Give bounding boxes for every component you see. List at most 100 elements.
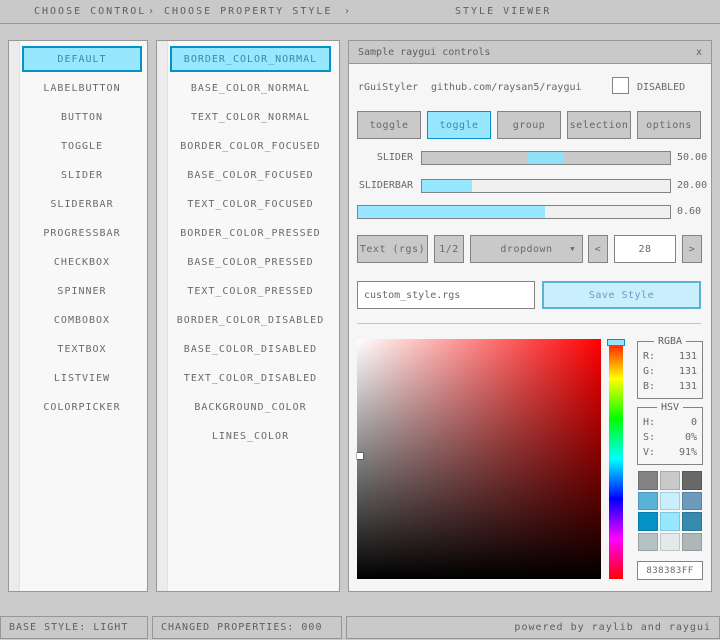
- style-color-swatch: [660, 533, 680, 552]
- style-color-swatch: [638, 512, 658, 531]
- control-item-button[interactable]: BUTTON: [22, 104, 142, 130]
- sliderbar[interactable]: [421, 179, 671, 193]
- hue-slider-handle[interactable]: [607, 339, 625, 346]
- half-button[interactable]: 1/2: [434, 235, 464, 263]
- value-row: S:0%: [643, 430, 697, 445]
- control-item-sliderbar[interactable]: SLIDERBAR: [22, 191, 142, 217]
- rgba-values: R: 131G:131B: 131: [643, 349, 697, 394]
- properties-list-scrollbar[interactable]: [157, 41, 168, 591]
- disabled-checkbox[interactable]: [612, 77, 629, 94]
- property-item-text_color_focused[interactable]: TEXT_COLOR_FOCUSED: [170, 191, 331, 217]
- repo-link[interactable]: github.com/raysan5/raygui: [431, 79, 582, 96]
- sliderbar-value: 20.00: [677, 179, 707, 193]
- value-number: 131: [679, 349, 697, 364]
- property-item-border_color_normal[interactable]: BORDER_COLOR_NORMAL: [170, 46, 331, 72]
- style-color-swatch: [682, 492, 702, 511]
- controls-list-panel: DEFAULT LABELBUTTON BUTTON TOGGLE SLIDER SLID…: [8, 40, 148, 592]
- style-color-swatch: [638, 471, 658, 490]
- property-item-base_color_pressed[interactable]: BASE_COLOR_PRESSED: [170, 249, 331, 275]
- property-item-border_color_disabled[interactable]: BORDER_COLOR_DISABLED: [170, 307, 331, 333]
- close-icon[interactable]: x: [696, 41, 702, 64]
- status-changed-properties: CHANGED PROPERTIES: 000: [152, 616, 342, 639]
- disabled-label: DISABLED: [637, 79, 685, 96]
- chevron-right-icon: ›: [344, 0, 352, 23]
- value-number: 0%: [685, 430, 697, 445]
- value-label: G:: [643, 364, 655, 379]
- control-item-listview[interactable]: LISTVIEW: [22, 365, 142, 391]
- sample-controls-window: Sample raygui controls x rGuiStyler gith…: [348, 40, 712, 592]
- color-picker-gradient[interactable]: [357, 339, 601, 579]
- breadcrumb-choose-property-style: CHOOSE PROPERTY STYLE: [164, 0, 332, 23]
- chevron-right-icon: ›: [148, 0, 156, 23]
- control-item-textbox[interactable]: TEXTBOX: [22, 336, 142, 362]
- status-powered-by: powered by raylib and raygui: [346, 616, 720, 639]
- toggle-button-group-2[interactable]: group: [497, 111, 561, 139]
- property-item-base_color_disabled[interactable]: BASE_COLOR_DISABLED: [170, 336, 331, 362]
- control-item-colorpicker[interactable]: COLORPICKER: [22, 394, 142, 420]
- rgba-groupbox: RGBA R:131G:131B:131: [637, 341, 703, 399]
- value-number: 91%: [679, 445, 697, 460]
- value-row: H:0: [643, 415, 697, 430]
- control-item-combobox[interactable]: COMBOBOX: [22, 307, 142, 333]
- slider[interactable]: [421, 151, 671, 165]
- hsv-groupbox: HSV H:0S:0%V:91%: [637, 407, 703, 465]
- status-base-style: BASE STYLE: LIGHT: [0, 616, 148, 639]
- slider-label: SLIDER: [349, 151, 413, 165]
- property-item-text_color_pressed[interactable]: TEXT_COLOR_PRESSED: [170, 278, 331, 304]
- save-style-button[interactable]: Save Style: [542, 281, 701, 309]
- property-item-border_color_focused[interactable]: BORDER_COLOR_FOCUSED: [170, 133, 331, 159]
- dropdown-combobox[interactable]: dropdown ▼: [470, 235, 583, 263]
- value-row: R: 131: [643, 349, 697, 364]
- toggle-button-toggle-0[interactable]: toggle: [357, 111, 421, 139]
- divider: [357, 323, 701, 324]
- style-color-swatch: [682, 471, 702, 490]
- controls-list: DEFAULT LABELBUTTON BUTTON TOGGLE SLIDER SLID…: [22, 43, 142, 423]
- spinner-value-box[interactable]: 28: [614, 235, 676, 263]
- spinner-increment-button[interactable]: >: [682, 235, 702, 263]
- property-item-lines_color[interactable]: LINES_COLOR: [170, 423, 331, 449]
- color-picker-cursor[interactable]: [357, 453, 363, 459]
- text-rgs-button[interactable]: Text (rgs): [357, 235, 428, 263]
- control-item-spinner[interactable]: SPINNER: [22, 278, 142, 304]
- slider-handle[interactable]: [528, 152, 564, 164]
- breadcrumb-style-viewer: STYLE VIEWER: [455, 0, 551, 23]
- hsv-values: H:0S:0%V:91%: [643, 415, 697, 460]
- toggle-button-selection-3[interactable]: selection: [567, 111, 631, 139]
- style-color-swatch: [660, 492, 680, 511]
- property-item-border_color_pressed[interactable]: BORDER_COLOR_PRESSED: [170, 220, 331, 246]
- hsv-title: HSV: [657, 402, 683, 413]
- styler-label: rGuiStyler: [358, 79, 418, 96]
- control-item-slider[interactable]: SLIDER: [22, 162, 142, 188]
- style-color-swatch: [682, 533, 702, 552]
- top-bar: CHOOSE CONTROL › CHOOSE PROPERTY STYLE ›…: [0, 0, 720, 24]
- progressbar: [357, 205, 671, 219]
- value-label: B:: [643, 379, 655, 394]
- toggle-button-toggle-1[interactable]: toggle: [427, 111, 491, 139]
- toggle-button-options-4[interactable]: options: [637, 111, 701, 139]
- style-color-grid: [638, 471, 702, 551]
- value-row: V:91%: [643, 445, 697, 460]
- control-item-progressbar[interactable]: PROGRESSBAR: [22, 220, 142, 246]
- spinner-decrement-button[interactable]: <: [588, 235, 608, 263]
- control-item-toggle[interactable]: TOGGLE: [22, 133, 142, 159]
- controls-list-scrollbar[interactable]: [9, 41, 20, 591]
- property-item-background_color[interactable]: BACKGROUND_COLOR: [170, 394, 331, 420]
- control-item-default[interactable]: DEFAULT: [22, 46, 142, 72]
- value-row: G:131: [643, 364, 697, 379]
- property-item-base_color_focused[interactable]: BASE_COLOR_FOCUSED: [170, 162, 331, 188]
- dropdown-label: dropdown: [500, 244, 552, 255]
- property-item-text_color_disabled[interactable]: TEXT_COLOR_DISABLED: [170, 365, 331, 391]
- progressbar-fill: [358, 206, 545, 218]
- property-item-base_color_normal[interactable]: BASE_COLOR_NORMAL: [170, 75, 331, 101]
- control-item-labelbutton[interactable]: LABELBUTTON: [22, 75, 142, 101]
- toggle-group-row: toggletogglegroupselectionoptions: [349, 111, 711, 139]
- window-titlebar: Sample raygui controls x: [349, 41, 711, 64]
- property-item-text_color_normal[interactable]: TEXT_COLOR_NORMAL: [170, 104, 331, 130]
- value-label: R:: [643, 349, 655, 364]
- style-filename-input[interactable]: custom_style.rgs: [357, 281, 535, 309]
- hex-color-input[interactable]: 838383FF: [637, 561, 703, 580]
- control-item-checkbox[interactable]: CHECKBOX: [22, 249, 142, 275]
- style-color-swatch: [682, 512, 702, 531]
- value-number: 131: [679, 379, 697, 394]
- hue-slider[interactable]: [609, 339, 623, 579]
